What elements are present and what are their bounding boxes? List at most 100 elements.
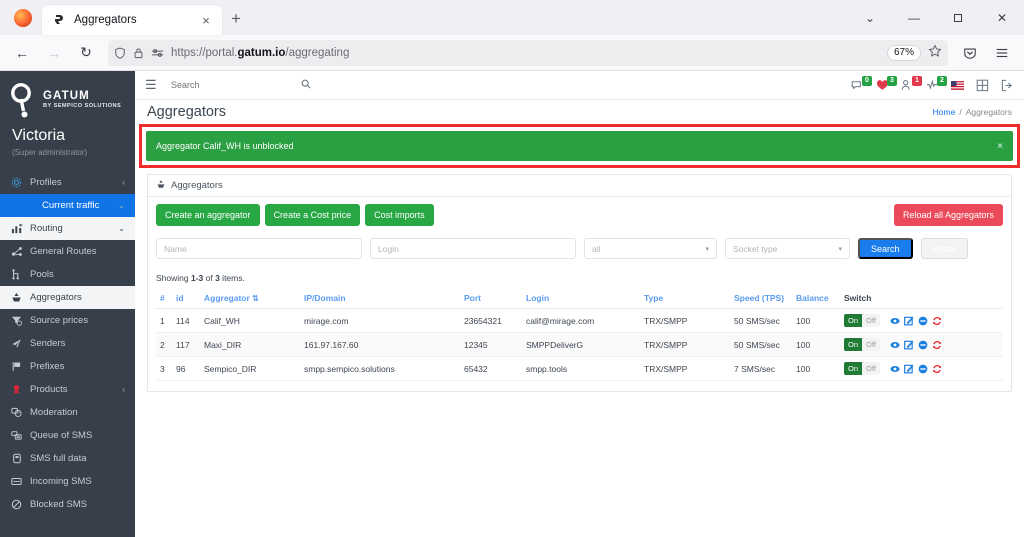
- edit-icon[interactable]: [904, 316, 914, 326]
- row-speed: 7 SMS/sec: [730, 357, 792, 381]
- edit-icon[interactable]: [904, 340, 914, 350]
- new-tab-button[interactable]: +: [222, 5, 250, 33]
- sidebar-item-blocked-sms[interactable]: Blocked SMS: [0, 493, 135, 516]
- sidebar-item-label: Current traffic: [30, 200, 111, 211]
- sort-icon[interactable]: ⇅: [252, 294, 259, 303]
- reload-icon[interactable]: [932, 316, 942, 326]
- browser-tab[interactable]: Aggregators ×: [42, 5, 222, 35]
- breadcrumb-home[interactable]: Home: [933, 107, 956, 117]
- grid-icon[interactable]: [976, 79, 989, 92]
- firefox-logo-icon: [14, 9, 32, 27]
- sidebar-item-source-prices[interactable]: Source prices: [0, 309, 135, 332]
- table-column-header-ip-domain[interactable]: IP/Domain: [300, 288, 460, 309]
- sidebar-item-sms-full-data[interactable]: SMS full data: [0, 447, 135, 470]
- switch-on-label[interactable]: On: [844, 338, 862, 351]
- sidebar-nav: Profiles‹Current traffic⌄Routing⌄ General…: [0, 167, 135, 516]
- tab-close-icon[interactable]: ×: [198, 12, 214, 28]
- switch-on-label[interactable]: On: [844, 314, 862, 327]
- sidebar-item-aggregators[interactable]: Aggregators: [0, 286, 135, 309]
- status-filter-select[interactable]: all ▾: [584, 238, 717, 259]
- window-maximize-button[interactable]: [936, 0, 980, 35]
- table-column-header-login[interactable]: Login: [522, 288, 640, 309]
- user-role: (Super administrator): [12, 148, 123, 157]
- sidebar-item-incoming-sms[interactable]: Incoming SMS: [0, 470, 135, 493]
- cost-imports-button[interactable]: Cost imports: [365, 204, 434, 226]
- sidebar-item-moderation[interactable]: Moderation: [0, 401, 135, 424]
- table-column-header-speed-tps-[interactable]: Speed (TPS): [730, 288, 792, 309]
- block-icon[interactable]: [918, 316, 928, 326]
- socket-type-select[interactable]: Socket type ▾: [725, 238, 850, 259]
- edit-icon[interactable]: [904, 364, 914, 374]
- switch-off-label[interactable]: Off: [862, 362, 880, 375]
- app-menu-button[interactable]: [987, 39, 1017, 67]
- sidebar-item-products[interactable]: Products‹: [0, 378, 135, 401]
- table-column-header-actions: [886, 288, 1003, 309]
- sidebar-item-pools[interactable]: Pools: [0, 263, 135, 286]
- sidebar-item-label: General Routes: [30, 246, 125, 257]
- reset-button[interactable]: Reset: [921, 238, 969, 259]
- reload-icon[interactable]: [932, 340, 942, 350]
- block-icon[interactable]: [918, 340, 928, 350]
- sidebar-item-profiles[interactable]: Profiles‹: [0, 171, 135, 194]
- block-icon[interactable]: [918, 364, 928, 374]
- search-input[interactable]: [171, 80, 301, 90]
- switch-toggle[interactable]: OnOff: [844, 314, 880, 327]
- alert-close-icon[interactable]: ×: [997, 141, 1003, 152]
- filter-row: Name Login all ▾ Socket type ▾: [156, 238, 1003, 259]
- sidebar-item-queue-of-sms[interactable]: Queue of SMS: [0, 424, 135, 447]
- create-cost-price-button[interactable]: Create a Cost price: [265, 204, 361, 226]
- switch-on-label[interactable]: On: [844, 362, 862, 375]
- sidebar-item-general-routes[interactable]: General Routes: [0, 240, 135, 263]
- permissions-icon[interactable]: [151, 47, 164, 59]
- reload-all-aggregators-button[interactable]: Reload all Aggregators: [894, 204, 1003, 226]
- logout-icon[interactable]: [1001, 79, 1014, 92]
- reload-button[interactable]: ↻: [71, 39, 101, 67]
- login-filter-input[interactable]: Login: [370, 238, 576, 259]
- switch-off-label[interactable]: Off: [862, 338, 880, 351]
- sidebar-item-label: Products: [30, 384, 115, 395]
- window-minimize-button[interactable]: —: [892, 0, 936, 35]
- sidebar-item-prefixes[interactable]: Prefixes: [0, 355, 135, 378]
- forward-button[interactable]: →: [39, 39, 69, 67]
- table-column-header-port[interactable]: Port: [460, 288, 522, 309]
- alerts-icon[interactable]: 2: [926, 79, 939, 92]
- search-icon[interactable]: [301, 79, 311, 92]
- view-icon[interactable]: [890, 316, 900, 326]
- table-column-header--[interactable]: #: [156, 288, 172, 309]
- chat-icon[interactable]: 0: [851, 79, 864, 92]
- tab-list-chevron-icon[interactable]: ⌄: [848, 0, 892, 35]
- view-icon[interactable]: [890, 340, 900, 350]
- search-button[interactable]: Search: [858, 238, 913, 259]
- window-close-button[interactable]: ✕: [980, 0, 1024, 35]
- flag-us-icon[interactable]: [951, 81, 964, 90]
- table-column-header-type[interactable]: Type: [640, 288, 730, 309]
- sidebar-item-routing[interactable]: Routing⌄: [0, 217, 135, 240]
- table-column-header-aggregator[interactable]: Aggregator ⇅: [200, 288, 300, 309]
- table-column-header-id[interactable]: id: [172, 288, 200, 309]
- products-icon: [10, 384, 23, 395]
- sidebar-toggle-icon[interactable]: ☰: [145, 77, 161, 93]
- reload-icon[interactable]: [932, 364, 942, 374]
- pocket-save-icon[interactable]: [955, 39, 985, 67]
- top-search[interactable]: [171, 79, 331, 92]
- lock-icon: [133, 47, 144, 59]
- switch-toggle[interactable]: OnOff: [844, 362, 880, 375]
- sidebar-item-senders[interactable]: Senders: [0, 332, 135, 355]
- table-column-header-switch[interactable]: Switch: [840, 288, 886, 309]
- back-button[interactable]: ←: [7, 39, 37, 67]
- row-port: 65432: [460, 357, 522, 381]
- row-actions-cell: [886, 357, 1003, 381]
- url-bar[interactable]: https://portal.gatum.io/aggregating 67%: [108, 40, 948, 66]
- create-aggregator-button[interactable]: Create an aggregator: [156, 204, 260, 226]
- zoom-level-indicator[interactable]: 67%: [887, 45, 921, 61]
- table-column-header-balance[interactable]: Balance: [792, 288, 840, 309]
- row-index: 1: [156, 309, 172, 333]
- switch-off-label[interactable]: Off: [862, 314, 880, 327]
- name-filter-input[interactable]: Name: [156, 238, 362, 259]
- user-icon[interactable]: 1: [901, 79, 914, 92]
- bookmark-star-icon[interactable]: [928, 44, 942, 61]
- view-icon[interactable]: [890, 364, 900, 374]
- sidebar-item-current-traffic[interactable]: Current traffic⌄: [0, 194, 135, 217]
- support-icon[interactable]: 3: [876, 79, 889, 92]
- switch-toggle[interactable]: OnOff: [844, 338, 880, 351]
